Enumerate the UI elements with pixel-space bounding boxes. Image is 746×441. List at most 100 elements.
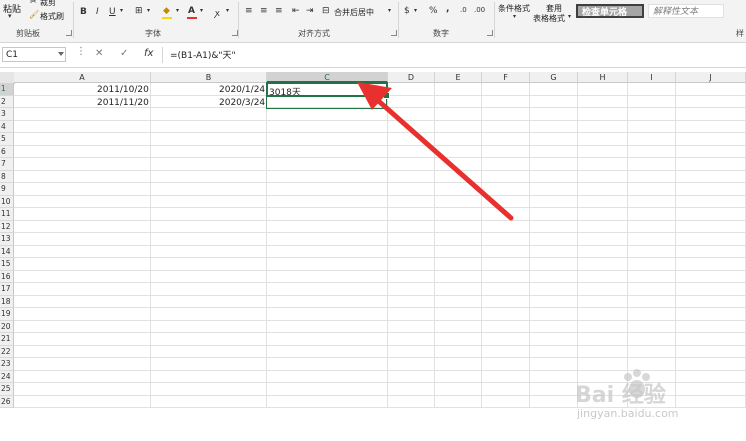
cell-A1[interactable]: 2011/10/20 bbox=[97, 85, 149, 95]
bold-button[interactable]: B bbox=[80, 7, 87, 17]
increase-indent-icon[interactable]: ⇥ bbox=[306, 6, 314, 16]
grid-hline bbox=[14, 219, 746, 221]
currency-icon[interactable]: $ bbox=[404, 6, 410, 16]
column-header-e[interactable]: E bbox=[435, 72, 482, 83]
merge-icon[interactable]: ⊟ bbox=[322, 6, 330, 16]
style-explanatory-text[interactable]: 解释性文本 bbox=[648, 4, 724, 18]
row-header-7[interactable]: 7 bbox=[0, 158, 14, 171]
active-cell-selection[interactable] bbox=[266, 82, 388, 97]
font-group-label: 字体 bbox=[145, 29, 161, 38]
border-icon[interactable]: ⊞ bbox=[135, 6, 143, 16]
row-header-8[interactable]: 8 bbox=[0, 170, 14, 183]
column-header-d[interactable]: D bbox=[388, 72, 435, 83]
align-center-icon[interactable]: ≡ bbox=[260, 6, 268, 16]
decrease-decimal-icon[interactable]: .00 bbox=[474, 6, 485, 14]
decrease-indent-icon[interactable]: ⇤ bbox=[292, 6, 300, 16]
font-color-button[interactable]: A bbox=[188, 6, 195, 16]
italic-button[interactable]: I bbox=[96, 7, 99, 17]
row-header-20[interactable]: 20 bbox=[0, 320, 14, 333]
enter-icon[interactable]: ✓ bbox=[120, 48, 128, 59]
comma-button[interactable]: , bbox=[446, 4, 449, 14]
row-header-9[interactable]: 9 bbox=[0, 183, 14, 196]
fill-handle[interactable] bbox=[383, 92, 390, 99]
grid-hline bbox=[14, 119, 746, 121]
fill-color-icon[interactable]: ◆ bbox=[163, 6, 170, 16]
cancel-icon[interactable]: ✕ bbox=[95, 48, 103, 59]
row-header-23[interactable]: 23 bbox=[0, 358, 14, 371]
chevron-down-icon[interactable]: ▾ bbox=[176, 7, 179, 14]
column-header-j[interactable]: J bbox=[676, 72, 746, 83]
align-left-icon[interactable]: ≡ bbox=[245, 6, 253, 16]
merge-center-button[interactable]: 合并后居中 bbox=[334, 7, 374, 18]
column-header-i[interactable]: I bbox=[628, 72, 676, 83]
clipboard-launcher-icon[interactable] bbox=[66, 30, 72, 36]
row-header-12[interactable]: 12 bbox=[0, 220, 14, 233]
styles-group-label: 样 bbox=[736, 29, 744, 38]
row-header-6[interactable]: 6 bbox=[0, 145, 14, 158]
row-header-4[interactable]: 4 bbox=[0, 120, 14, 133]
chevron-down-icon[interactable] bbox=[58, 52, 64, 56]
chevron-down-icon[interactable]: ▾ bbox=[513, 13, 516, 20]
chevron-down-icon[interactable]: ▾ bbox=[568, 13, 571, 20]
grid-hline bbox=[14, 157, 746, 158]
row-header-5[interactable]: 5 bbox=[0, 133, 14, 146]
grid-hline bbox=[14, 344, 746, 346]
cell-C2-outline bbox=[266, 96, 387, 109]
row-header-17[interactable]: 17 bbox=[0, 283, 14, 296]
cut-button[interactable]: 裁剪 bbox=[40, 0, 56, 8]
row-header-24[interactable]: 24 bbox=[0, 370, 14, 383]
row-header-10[interactable]: 10 bbox=[0, 195, 14, 208]
row-header-16[interactable]: 16 bbox=[0, 270, 14, 283]
column-header-f[interactable]: F bbox=[482, 72, 530, 83]
row-header-26[interactable]: 26 bbox=[0, 395, 14, 408]
row-header-21[interactable]: 21 bbox=[0, 333, 14, 346]
align-right-icon[interactable]: ≡ bbox=[275, 6, 283, 16]
chevron-down-icon[interactable]: ▾ bbox=[200, 7, 203, 14]
chevron-down-icon[interactable]: ▾ bbox=[414, 7, 417, 14]
chevron-down-icon[interactable]: ▾ bbox=[226, 7, 229, 14]
row-header-13[interactable]: 13 bbox=[0, 233, 14, 246]
phonetic-icon[interactable]: ꭗ bbox=[215, 6, 220, 19]
grid-hline bbox=[14, 182, 746, 183]
grid-hline bbox=[14, 332, 746, 333]
style-check-cell[interactable]: 检查单元格 bbox=[576, 4, 644, 18]
number-launcher-icon[interactable] bbox=[487, 30, 493, 36]
grid-hline bbox=[14, 307, 746, 308]
formula-input[interactable]: =(B1-A1)&"天" bbox=[170, 48, 236, 61]
row-header-1[interactable]: 1 bbox=[0, 83, 14, 96]
watermark-brand: Bai 经验 bbox=[575, 383, 666, 408]
row-header-3[interactable]: 3 bbox=[0, 108, 14, 121]
column-header-a[interactable]: A bbox=[14, 72, 151, 83]
column-header-g[interactable]: G bbox=[530, 72, 578, 83]
name-box[interactable]: C1 bbox=[2, 47, 66, 62]
table-format-line2[interactable]: 表格格式 bbox=[533, 13, 565, 24]
chevron-down-icon[interactable]: ▾ bbox=[388, 7, 391, 14]
row-header-2[interactable]: 2 bbox=[0, 95, 14, 108]
row-header-25[interactable]: 25 bbox=[0, 383, 14, 396]
percent-button[interactable]: % bbox=[429, 6, 438, 16]
formula-bar: C1 ⋮ ✕ ✓ fx =(B1-A1)&"天" bbox=[0, 43, 746, 68]
cell-A2[interactable]: 2011/11/20 bbox=[97, 98, 149, 108]
insert-function-icon[interactable]: fx bbox=[144, 48, 153, 59]
column-header-h[interactable]: H bbox=[578, 72, 628, 83]
increase-decimal-icon[interactable]: .0 bbox=[460, 6, 467, 14]
row-header-14[interactable]: 14 bbox=[0, 245, 14, 258]
divider bbox=[494, 2, 495, 38]
row-header-15[interactable]: 15 bbox=[0, 258, 14, 271]
alignment-launcher-icon[interactable] bbox=[391, 30, 397, 36]
chevron-down-icon[interactable]: ▾ bbox=[147, 7, 150, 14]
watermark-url: jingyan.baidu.com bbox=[577, 407, 679, 420]
chevron-down-icon[interactable]: ▾ bbox=[8, 12, 12, 20]
row-header-19[interactable]: 19 bbox=[0, 308, 14, 321]
row-header-18[interactable]: 18 bbox=[0, 295, 14, 308]
divider bbox=[238, 2, 239, 38]
format-painter-button[interactable]: 格式刷 bbox=[40, 11, 64, 22]
underline-button[interactable]: U bbox=[109, 7, 116, 17]
column-header-b[interactable]: B bbox=[151, 72, 267, 83]
paste-button[interactable]: 粘贴 bbox=[3, 2, 21, 15]
row-header-11[interactable]: 11 bbox=[0, 208, 14, 221]
cell-B1[interactable]: 2020/1/24 bbox=[219, 85, 265, 95]
chevron-down-icon[interactable]: ▾ bbox=[120, 7, 123, 14]
cell-B2[interactable]: 2020/3/24 bbox=[219, 98, 265, 108]
row-header-22[interactable]: 22 bbox=[0, 345, 14, 358]
